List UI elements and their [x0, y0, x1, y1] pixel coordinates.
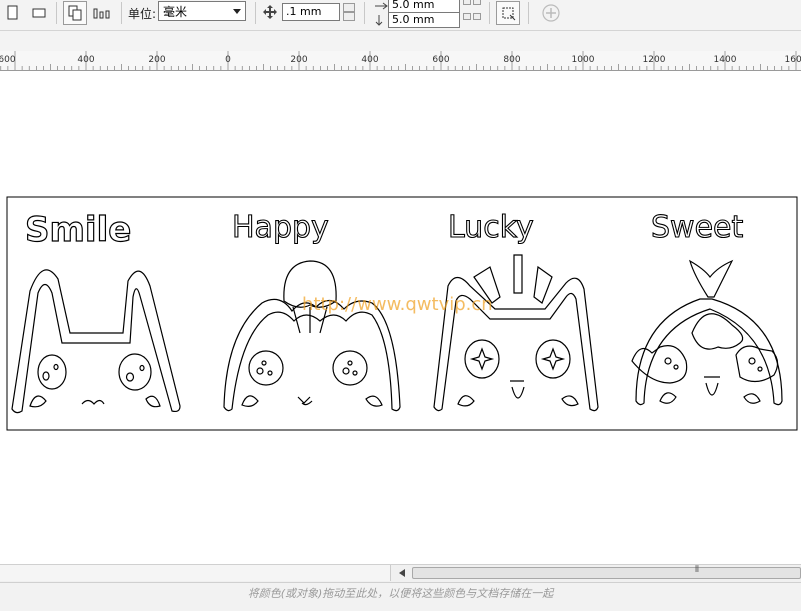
ruler-tick-label: 600 [432, 55, 449, 65]
ruler-tick-label: 1200 [643, 55, 666, 65]
scroll-left-arrow-icon[interactable] [396, 567, 408, 579]
ruler-tick-label: 600 [0, 55, 16, 65]
ruler-tick-label: 400 [361, 55, 378, 65]
document-palette[interactable]: 将颜色(或对象)拖动至此处，以便将这些颜色与文档存储在一起 [0, 582, 801, 611]
word-happy: Happy [232, 210, 329, 245]
current-page-icon[interactable] [90, 1, 114, 25]
ruler-tick-label: 400 [77, 55, 94, 65]
dup-x-down-spinner[interactable] [463, 0, 471, 5]
word-smile: Smile [25, 210, 131, 250]
page-tabs-area [0, 565, 391, 581]
horizontal-scrollbar[interactable]: ⦀ [0, 564, 801, 582]
nudge-down-spinner[interactable] [343, 12, 355, 21]
drawing-canvas[interactable]: Smile Happy Lucky Sweet http://www.qwtvi… [0, 71, 801, 564]
ruler-tick-label: 200 [148, 55, 165, 65]
watermark-text: http://www.qwtvip.cn [302, 294, 493, 315]
toolbar-separator [56, 2, 57, 24]
treat-as-filled-icon[interactable] [496, 1, 520, 25]
add-icon[interactable] [541, 3, 561, 27]
ruler-tick-label: 800 [503, 55, 520, 65]
ruler-tick-label: 1400 [714, 55, 737, 65]
nudge-distance-input[interactable]: .1 mm [282, 3, 340, 21]
duplicate-y-input[interactable]: 5.0 mm [388, 12, 460, 28]
toolbar-separator [364, 2, 365, 24]
nudge-up-spinner[interactable] [343, 3, 355, 12]
scroll-thumb[interactable]: ⦀ [412, 565, 801, 579]
unit-label: 单位: [128, 7, 157, 21]
word-lucky: Lucky [448, 210, 534, 245]
dup-y-up-spinner[interactable] [473, 13, 481, 20]
landscape-page-icon[interactable] [27, 1, 51, 25]
lucky-character [433, 254, 599, 412]
toolbar-separator [528, 2, 529, 24]
property-bar: 单位: 毫米 .1 mm 5.0 mm 5.0 mm [0, 0, 801, 31]
sweet-character [631, 259, 783, 406]
dup-y-down-spinner[interactable] [463, 13, 471, 20]
word-sweet: Sweet [651, 210, 743, 245]
all-pages-icon[interactable] [63, 1, 87, 25]
nudge-icon [262, 4, 278, 24]
artwork: Smile Happy Lucky Sweet http://www.qwtvi… [6, 196, 798, 431]
palette-hint: 将颜色(或对象)拖动至此处，以便将这些颜色与文档存储在一起 [247, 587, 554, 600]
horizontal-ruler[interactable]: 600 400 200 0 200 400 600 800 1000 1200 1400 1600 [0, 51, 801, 71]
dup-y-icon [373, 12, 389, 31]
toolbar-separator [255, 2, 256, 24]
scroll-grip-icon: ⦀ [695, 565, 699, 575]
ruler-tick-label: 1600 [785, 55, 801, 65]
ruler-tick-label: 200 [290, 55, 307, 65]
ruler-ticks: 600 400 200 0 200 400 600 800 1000 1200 1400 1600 [0, 51, 801, 70]
smile-character [11, 269, 181, 414]
toolbar-separator [489, 2, 490, 24]
portrait-page-icon[interactable] [0, 1, 24, 25]
toolbar-separator [121, 2, 122, 24]
unit-select-value: 毫米 [163, 5, 188, 19]
ruler-tick-label: 1000 [572, 55, 595, 65]
dup-x-up-spinner[interactable] [473, 0, 481, 5]
ruler-tick-label: 0 [225, 55, 231, 65]
chevron-down-icon [229, 2, 245, 20]
toolbar-bottom-strip [0, 31, 801, 51]
unit-select[interactable]: 毫米 [158, 1, 246, 21]
happy-character [223, 260, 401, 412]
